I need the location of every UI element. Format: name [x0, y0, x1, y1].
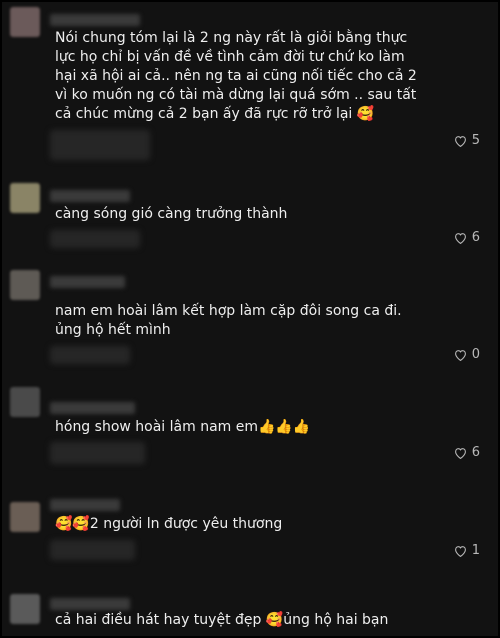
avatar[interactable]: [10, 387, 40, 417]
reply-meta: [50, 230, 140, 248]
like-button[interactable]: 0: [454, 347, 480, 362]
reply-meta: [50, 130, 150, 160]
avatar[interactable]: [10, 183, 40, 213]
like-count: 6: [471, 445, 480, 460]
like-count: 1: [471, 543, 480, 558]
heart-icon: [454, 135, 466, 147]
comment-text: cả hai điều hát hay tuyệt đẹp 🥰ủng hộ ha…: [55, 612, 389, 628]
avatar[interactable]: [10, 270, 40, 300]
reply-meta: [50, 346, 130, 364]
comment-list: Nói chung tóm lại là 2 ng này rất là giỏ…: [1, 1, 499, 637]
heart-icon: [454, 232, 466, 244]
comment-text: Nói chung tóm lại là 2 ng này rất là giỏ…: [55, 30, 422, 122]
username[interactable]: [50, 598, 130, 610]
like-count: 5: [471, 133, 480, 148]
heart-icon: [454, 349, 466, 361]
username[interactable]: [50, 499, 120, 511]
avatar[interactable]: [10, 594, 40, 624]
like-button[interactable]: 5: [454, 133, 480, 148]
reply-meta: [50, 442, 145, 464]
like-button[interactable]: 6: [454, 230, 480, 245]
username[interactable]: [50, 190, 130, 202]
avatar[interactable]: [10, 7, 40, 37]
like-button[interactable]: 6: [454, 445, 480, 460]
comment-text: nam em hoài lâm kết hợp làm cặp đôi song…: [55, 303, 407, 338]
reply-meta: [50, 540, 135, 560]
heart-icon: [454, 447, 466, 459]
like-count: 0: [471, 347, 480, 362]
comment-text: hóng show hoài lâm nam em👍👍👍: [55, 419, 311, 435]
like-button[interactable]: 1: [454, 543, 480, 558]
like-count: 6: [471, 230, 480, 245]
comment-text: càng sóng gió càng trưởng thành: [55, 206, 288, 222]
username[interactable]: [50, 276, 125, 288]
comment-text: 🥰🥰2 người ln được yêu thương: [55, 516, 283, 532]
heart-icon: [454, 545, 466, 557]
username[interactable]: [50, 402, 135, 414]
avatar[interactable]: [10, 502, 40, 532]
username[interactable]: [50, 14, 140, 26]
